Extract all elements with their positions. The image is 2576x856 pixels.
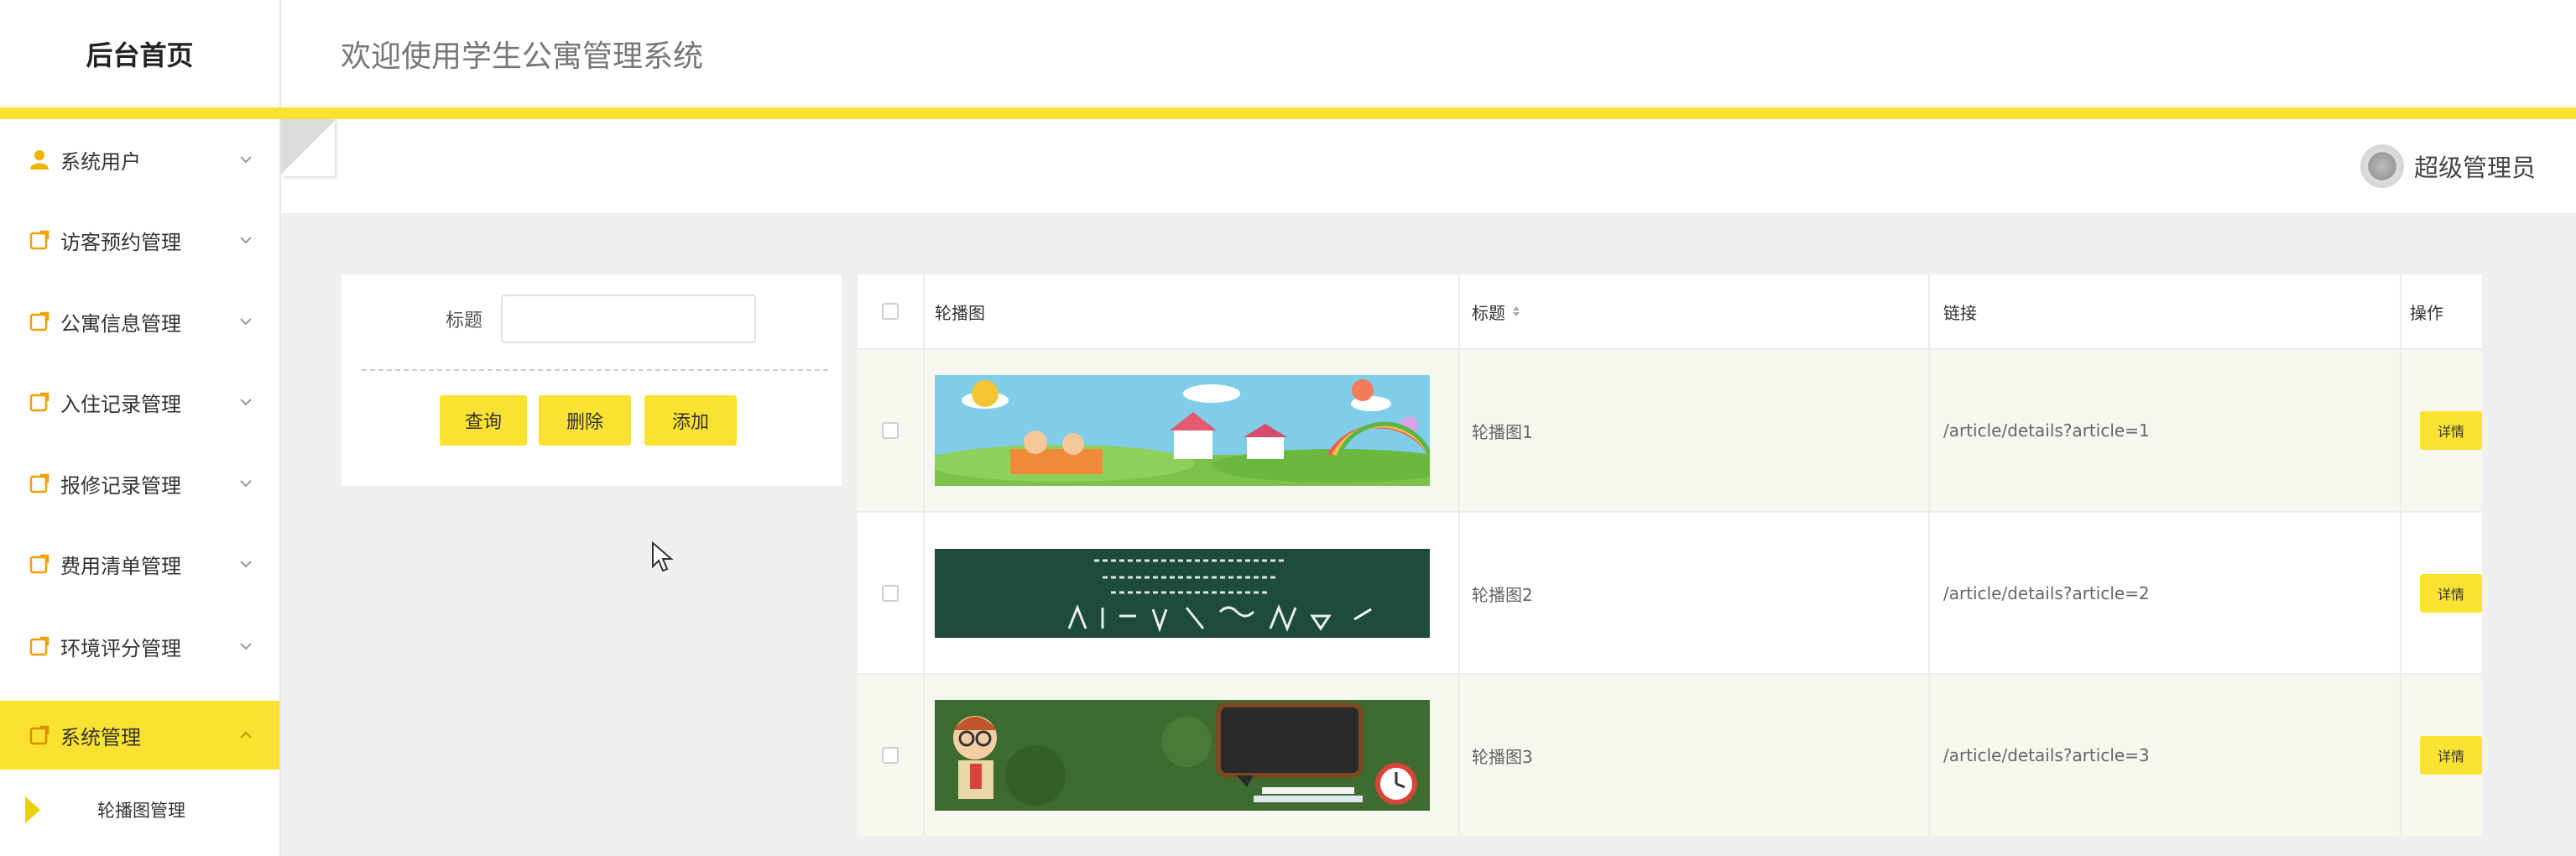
user-menu[interactable]: 超级管理员 xyxy=(2360,141,2536,191)
children-playground-banner xyxy=(935,375,1430,486)
chevron-down-icon xyxy=(237,394,254,410)
carousel-table: 轮播图 标题 链接 操作 轮播图1 /article/details?artic… xyxy=(858,274,2482,836)
sidebar-item-checkin-records[interactable]: 入住记录管理 xyxy=(0,362,279,442)
sidebar-item-label: 系统管理 xyxy=(60,725,141,749)
search-panel: 标题 查询 删除 添加 xyxy=(342,274,842,486)
sidebar-item-system-users[interactable]: 系统用户 xyxy=(0,119,279,200)
active-marker-icon xyxy=(25,796,40,823)
sidebar-item-label: 访客预约管理 xyxy=(60,230,181,254)
row-checkbox-cell xyxy=(858,513,925,674)
chevron-up-icon xyxy=(237,727,254,744)
folder-icon xyxy=(29,553,50,575)
column-header-title-label: 标题 xyxy=(1472,302,1505,323)
table-row: 轮播图1 /article/details?article=1 详情 xyxy=(858,348,2482,511)
folder-icon xyxy=(29,391,50,413)
row-title: 轮播图1 xyxy=(1460,350,1930,511)
sidebar-item-visitor-booking[interactable]: 访客预约管理 xyxy=(0,200,279,280)
sidebar-subitem-carousel-management[interactable]: 轮播图管理 xyxy=(0,770,279,850)
user-name: 超级管理员 xyxy=(2413,154,2536,182)
row-title: 轮播图2 xyxy=(1460,513,1930,674)
folder-icon xyxy=(29,635,50,657)
title-label: 标题 xyxy=(445,311,482,331)
search-row: 标题 xyxy=(342,293,842,345)
carousel-image-cell xyxy=(925,513,1460,674)
column-header-link: 链接 xyxy=(1930,274,2401,348)
sort-icon[interactable] xyxy=(1512,305,1520,317)
folder-icon xyxy=(29,724,50,746)
row-checkbox[interactable] xyxy=(882,422,899,439)
chevron-down-icon xyxy=(237,556,254,572)
row-checkbox[interactable] xyxy=(882,585,899,602)
row-actions-cell: 详情 xyxy=(2401,513,2482,674)
sidebar-item-label: 公寓信息管理 xyxy=(60,311,181,336)
column-header-image: 轮播图 xyxy=(925,274,1460,348)
chevron-down-icon xyxy=(237,313,254,330)
sidebar-item-system-management[interactable]: 系统管理 xyxy=(0,701,279,770)
table-row: 轮播图2 /article/details?article=2 详情 xyxy=(858,511,2482,674)
content-topbar: 超级管理员 xyxy=(281,119,2576,213)
query-button[interactable]: 查询 xyxy=(440,395,527,446)
row-actions-cell: 详情 xyxy=(2401,350,2482,511)
row-link: /article/details?article=2 xyxy=(1930,513,2401,674)
chevron-down-icon xyxy=(237,151,254,168)
column-header-title[interactable]: 标题 xyxy=(1460,274,1930,348)
carousel-image-cell xyxy=(925,350,1460,511)
home-link[interactable]: 后台首页 xyxy=(0,0,281,107)
mouse-cursor-icon xyxy=(652,541,674,572)
chevron-down-icon xyxy=(237,232,254,248)
sidebar-item-label: 报修记录管理 xyxy=(60,473,181,498)
carousel-image-cell xyxy=(925,675,1460,836)
folder-icon xyxy=(29,311,50,332)
header-checkbox-cell xyxy=(858,274,925,348)
top-header: 后台首页 欢迎使用学生公寓管理系统 xyxy=(0,0,2576,119)
title-search-input[interactable] xyxy=(501,295,756,343)
delete-button[interactable]: 删除 xyxy=(539,395,631,446)
sidebar: 系统用户 访客预约管理 公寓信息管理 入住记录管理 报修记录管理 费用清单管理 … xyxy=(0,119,281,856)
welcome-title: 欢迎使用学生公寓管理系统 xyxy=(341,39,704,74)
sidebar-item-label: 系统用户 xyxy=(60,149,141,174)
sidebar-item-label: 环境评分管理 xyxy=(60,636,181,660)
avatar-icon xyxy=(2360,144,2404,188)
sidebar-item-apartment-info[interactable]: 公寓信息管理 xyxy=(0,281,279,362)
detail-button[interactable]: 详情 xyxy=(2420,574,2482,613)
row-checkbox-cell xyxy=(858,350,925,511)
chevron-down-icon xyxy=(237,475,254,492)
sidebar-subitem-label: 轮播图管理 xyxy=(97,801,185,821)
table-row: 轮播图3 /article/details?article=3 详情 xyxy=(858,673,2482,836)
sidebar-item-repair-records[interactable]: 报修记录管理 xyxy=(0,443,279,524)
sidebar-item-environment-rating[interactable]: 环境评分管理 xyxy=(0,606,279,686)
collapse-toggle-icon[interactable] xyxy=(281,119,335,176)
row-checkbox[interactable] xyxy=(882,747,899,764)
chevron-down-icon xyxy=(237,638,254,655)
row-actions-cell: 详情 xyxy=(2401,675,2482,836)
column-header-actions: 操作 xyxy=(2410,302,2443,323)
detail-button[interactable]: 详情 xyxy=(2420,411,2482,450)
folder-icon xyxy=(29,472,50,494)
cartoon-teacher-banner xyxy=(935,700,1430,811)
sidebar-item-fee-list[interactable]: 费用清单管理 xyxy=(0,524,279,604)
detail-button[interactable]: 详情 xyxy=(2420,736,2482,775)
row-title: 轮播图3 xyxy=(1460,675,1930,836)
sidebar-item-label: 入住记录管理 xyxy=(60,392,181,416)
divider xyxy=(362,369,828,371)
folder-icon xyxy=(29,229,50,251)
row-link: /article/details?article=1 xyxy=(1930,350,2401,511)
row-link: /article/details?article=3 xyxy=(1930,675,2401,836)
add-button[interactable]: 添加 xyxy=(644,395,737,446)
row-checkbox-cell xyxy=(858,675,925,836)
sidebar-item-label: 费用清单管理 xyxy=(60,554,181,578)
table-header: 轮播图 标题 链接 操作 xyxy=(858,274,2482,348)
user-icon xyxy=(29,149,50,170)
chalkboard-banner xyxy=(935,549,1430,638)
select-all-checkbox[interactable] xyxy=(882,303,899,320)
